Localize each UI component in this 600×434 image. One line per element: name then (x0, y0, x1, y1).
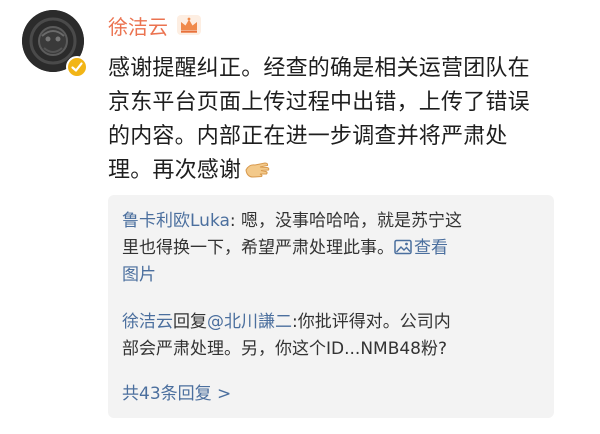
username[interactable]: 徐洁云 (108, 14, 168, 40)
view-picture-label-cont[interactable]: 图片 (122, 265, 156, 285)
verified-icon (66, 56, 88, 78)
comment-text: : 嗯，没事哈哈哈，就是苏宁这 (229, 211, 463, 231)
picture-icon (394, 239, 412, 255)
post-line-text: 理。再次感谢 (108, 158, 242, 183)
post-line-last: 理。再次感谢 (108, 154, 578, 188)
reply-author[interactable]: 徐洁云 (122, 312, 173, 332)
comment-line: 鲁卡利欧Luka: 嗯，没事哈哈哈，就是苏宁这 (122, 208, 552, 235)
comment-line: 部会严肃处理。另，你这个ID...NMB48粉? (122, 339, 448, 359)
view-picture-label: 查看 (414, 238, 448, 258)
comment-line: 图片 (122, 262, 552, 289)
comment-box: 鲁卡利欧Luka: 嗯，没事哈哈哈，就是苏宁这 里也得换一下，希望严肃处理此事。… (108, 195, 554, 418)
post-line: 的内容。内部正在进一步调查并将严肃处 (108, 124, 508, 149)
post-line: 感谢提醒纠正。经查的确是相关运营团队在 (108, 56, 530, 81)
comment-author[interactable]: 鲁卡利欧Luka (122, 211, 230, 231)
clap-icon (245, 162, 270, 178)
comment-line: 里也得换一下，希望严肃处理此事。 查看 (122, 235, 552, 262)
post-body: 感谢提醒纠正。经查的确是相关运营团队在 京东平台页面上传过程中出错，上传了错误 … (108, 52, 578, 188)
comment-text: 里也得换一下，希望严肃处理此事。 (122, 238, 394, 258)
mention-link[interactable]: @北川謙二 (207, 312, 292, 332)
view-picture-link[interactable]: 查看 (394, 238, 448, 258)
reply-word: 回复 (173, 312, 207, 332)
reply-count-link[interactable]: 共43条回复 > (122, 381, 231, 408)
comment-reply: 徐洁云回复@北川謙二:你批评得对。公司内 部会严肃处理。另，你这个ID...NM… (122, 309, 552, 363)
comment: 鲁卡利欧Luka: 嗯，没事哈哈哈，就是苏宁这 里也得换一下，希望严肃处理此事。… (122, 208, 552, 289)
comment-line: 徐洁云回复@北川謙二:你批评得对。公司内 (122, 309, 552, 336)
comment-text: :你批评得对。公司内 (292, 312, 451, 332)
post-line: 京东平台页面上传过程中出错，上传了错误 (108, 90, 530, 115)
crown-icon (177, 15, 201, 35)
